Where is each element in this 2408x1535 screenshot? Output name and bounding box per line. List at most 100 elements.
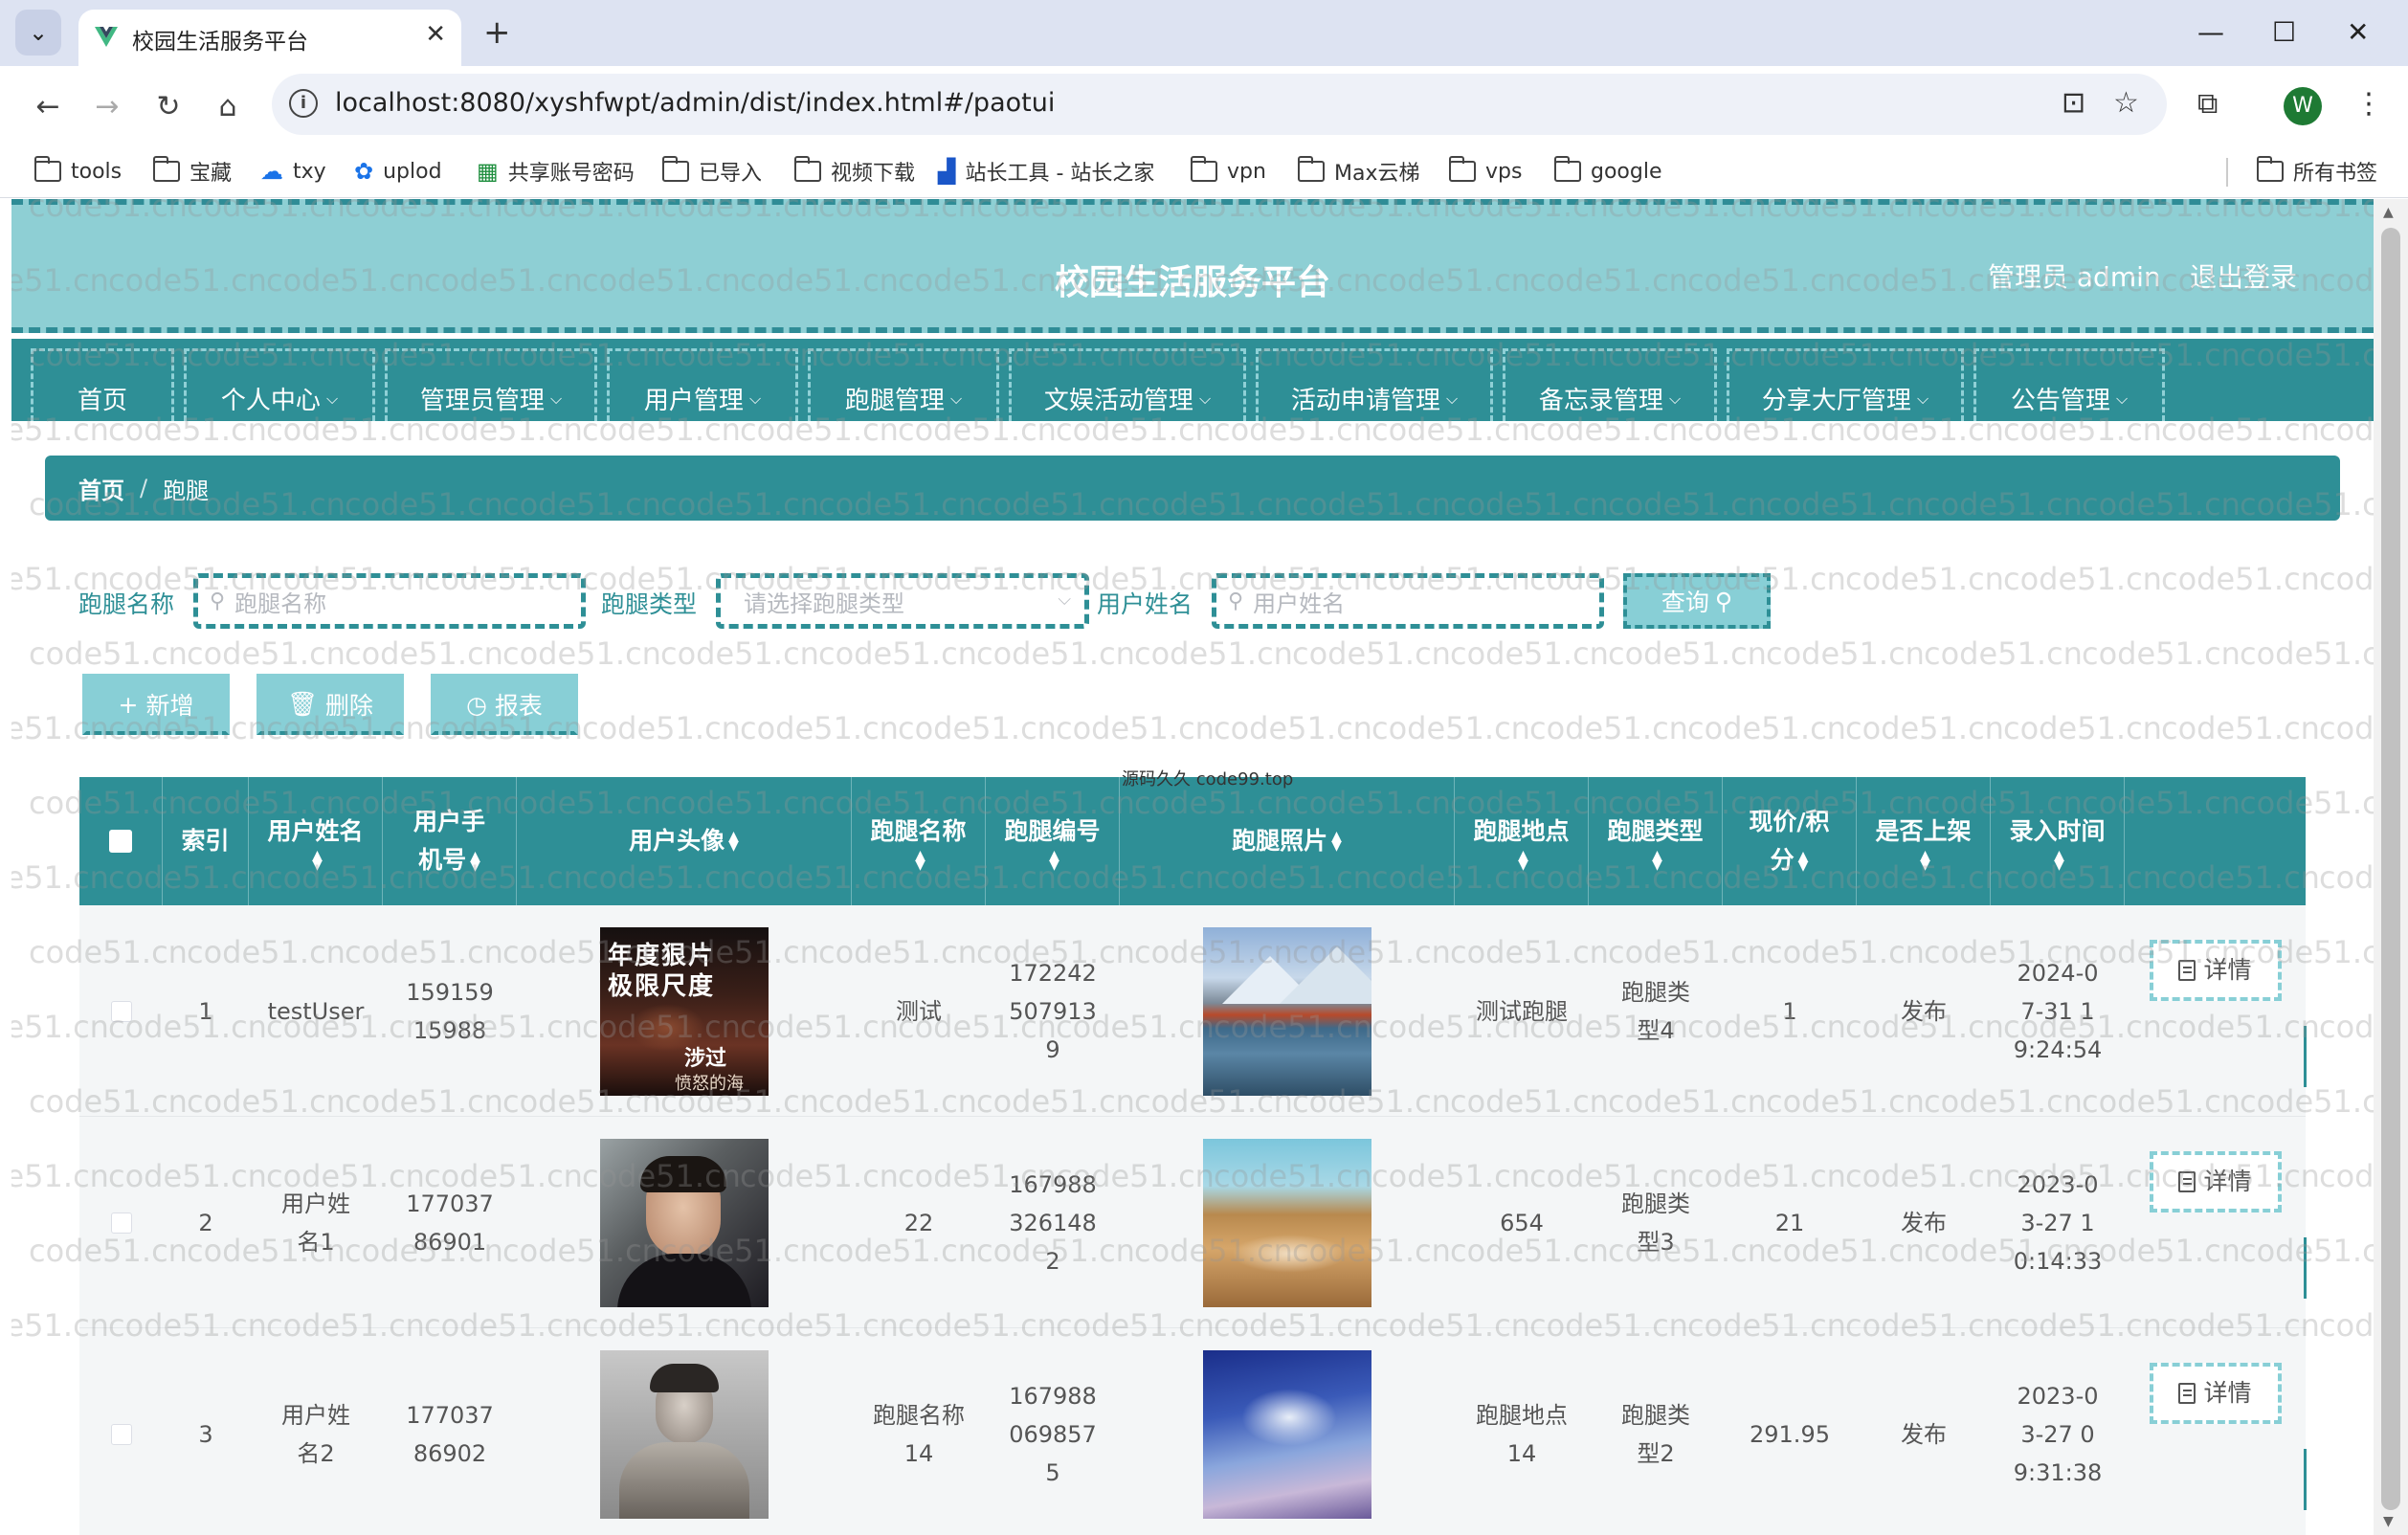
sort-icon[interactable]: ▲ ▼	[1652, 849, 1662, 872]
menu-kebab-icon[interactable]: ⋮	[2354, 85, 2383, 123]
sort-icon[interactable]: ▲ ▼	[312, 849, 323, 872]
all-bookmarks[interactable]: 所有书签	[2256, 156, 2377, 187]
header-price[interactable]: 现价/积分 ▲ ▼	[1723, 777, 1857, 905]
nav-errand-management[interactable]: 跑腿管理 ⌵	[808, 348, 999, 421]
screenshot-icon[interactable]: ⊡	[2062, 87, 2085, 120]
sort-icon[interactable]: ▲ ▼	[1518, 849, 1528, 872]
detail-button[interactable]: 详情	[2149, 940, 2282, 1001]
header-errand-name[interactable]: 跑腿名称 ▲ ▼	[852, 777, 986, 905]
logout-link[interactable]: 退出登录	[2190, 256, 2297, 295]
header-avatar[interactable]: 用户头像 ▲ ▼	[517, 777, 852, 905]
avatar-image[interactable]	[600, 1138, 769, 1307]
nav-personal-center[interactable]: 个人中心 ⌵	[184, 348, 375, 421]
avatar-image[interactable]	[600, 1349, 769, 1519]
profile-avatar[interactable]: W	[2284, 87, 2322, 125]
row-checkbox[interactable]	[110, 1212, 132, 1234]
maximize-icon[interactable]: ☐	[2272, 13, 2296, 52]
minimize-icon[interactable]: —	[2197, 13, 2224, 52]
bookmark-item[interactable]: ✿ uplod	[354, 156, 442, 187]
bookmark-star-icon[interactable]: ☆	[2113, 87, 2139, 120]
bookmark-item[interactable]: 宝藏	[152, 156, 232, 187]
table-header: 索引 用户姓名 ▲ ▼ 用户手机号 ▲ ▼ 用户头像 ▲ ▼ 跑腿名称 ▲ ▼ 跑腿编号 ▲ ▼ 跑…	[79, 777, 2306, 905]
chinaz-icon: ▟	[938, 158, 956, 185]
header-user-name[interactable]: 用户姓名 ▲ ▼	[249, 777, 383, 905]
site-header: 校园生活服务平台 管理员 admin 退出登录	[11, 199, 2374, 333]
scroll-up-icon[interactable]: ▲	[2383, 205, 2394, 220]
errand-photo-image[interactable]	[1203, 1138, 1371, 1307]
page-scrollbar[interactable]: ▲ ▼	[2374, 199, 2408, 1535]
folder-icon	[33, 156, 61, 182]
nav-activity-management[interactable]: 文娱活动管理 ⌵	[1009, 348, 1246, 421]
watermark-text: code51.cn	[1371, 710, 1530, 746]
sort-icon[interactable]: ▲ ▼	[1331, 830, 1342, 853]
bookmark-item[interactable]: tools	[33, 156, 122, 187]
nav-user-management[interactable]: 用户管理 ⌵	[607, 348, 798, 421]
header-type[interactable]: 跑腿类型 ▲ ▼	[1589, 777, 1723, 905]
sort-icon[interactable]: ▲ ▼	[728, 830, 739, 853]
bookmark-item[interactable]: vpn	[1190, 156, 1266, 187]
bookmark-item[interactable]: 已导入	[661, 156, 762, 187]
scrollbar-thumb[interactable]	[2381, 228, 2400, 1510]
errand-type-select[interactable]: 请选择跑腿类型 ⌵	[716, 573, 1089, 629]
price-cell: 21	[1774, 1209, 1805, 1236]
row-checkbox[interactable]	[110, 1423, 132, 1445]
bookmark-item[interactable]: vps	[1448, 156, 1522, 187]
errand-photo-image[interactable]	[1203, 926, 1371, 1096]
header-status[interactable]: 是否上架 ▲ ▼	[1857, 777, 1991, 905]
detail-button[interactable]: 详情	[2149, 1151, 2282, 1212]
query-button[interactable]: 查询 ⚲	[1623, 573, 1771, 629]
header-errand-photo[interactable]: 跑腿照片 ▲ ▼	[1120, 777, 1455, 905]
nav-home[interactable]: 首页	[31, 348, 174, 421]
nav-share-hall-management[interactable]: 分享大厅管理 ⌵	[1727, 348, 1964, 421]
site-info-icon[interactable]: i	[289, 89, 318, 118]
report-button[interactable]: ◷ 报表	[431, 674, 578, 735]
sort-icon[interactable]: ▲ ▼	[1920, 849, 1930, 872]
header-time[interactable]: 录入时间 ▲ ▼	[1991, 777, 2125, 905]
errand-photo-image[interactable]	[1203, 1349, 1371, 1519]
watermark-text: code51.cn	[29, 635, 188, 672]
nav-memo-management[interactable]: 备忘录管理 ⌵	[1503, 348, 1717, 421]
bookmark-item[interactable]: Max云梯	[1297, 156, 1419, 187]
detail-button[interactable]: 详情	[2149, 1363, 2282, 1424]
user-name-input[interactable]: ⚲ 用户姓名	[1212, 573, 1604, 629]
add-button[interactable]: + 新增	[82, 674, 230, 735]
back-icon[interactable]: ←	[27, 85, 69, 127]
bookmark-item[interactable]: ▦ 共享账号密码	[477, 156, 635, 187]
row-checkbox[interactable]	[110, 1000, 132, 1022]
scroll-down-icon[interactable]: ▼	[2383, 1514, 2394, 1529]
nav-admin-management[interactable]: 管理员管理 ⌵	[385, 348, 597, 421]
errand-name-input[interactable]: ⚲ 跑腿名称	[193, 573, 586, 629]
address-bar[interactable]: i localhost:8080/xyshfwpt/admin/dist/ind…	[272, 74, 2167, 135]
browser-tab[interactable]: 校园生活服务平台 ✕	[78, 10, 461, 66]
bookmark-item[interactable]: google	[1553, 156, 1662, 187]
nav-activity-apply-management[interactable]: 活动申请管理 ⌵	[1256, 348, 1493, 421]
avatar-image[interactable]: 年度狠片 极限尺度 涉过 愤怒的海	[600, 926, 769, 1096]
errand-code-cell: 1679880698575	[1009, 1382, 1097, 1486]
watermark-text: code51.cn	[1450, 635, 1609, 672]
sort-icon[interactable]: ▲ ▼	[1798, 850, 1809, 873]
extensions-icon[interactable]: ⧉	[2197, 85, 2218, 123]
sort-icon[interactable]: ▲ ▼	[915, 849, 925, 872]
delete-button[interactable]: 🗑 删除	[256, 674, 404, 735]
chevron-down-icon: ⌵	[1916, 389, 1929, 408]
header-phone[interactable]: 用户手机号 ▲ ▼	[383, 777, 517, 905]
home-icon[interactable]: ⌂	[207, 85, 249, 127]
tab-search-chevron-icon[interactable]: ⌄	[15, 10, 61, 56]
bookmark-item[interactable]: ▟ 站长工具 - 站长之家	[938, 156, 1154, 187]
tab-close-icon[interactable]: ✕	[425, 20, 446, 49]
sort-icon[interactable]: ▲ ▼	[2054, 849, 2064, 872]
select-all-checkbox[interactable]	[109, 830, 132, 853]
sort-icon[interactable]: ▲ ▼	[470, 850, 480, 873]
new-tab-icon[interactable]: +	[483, 13, 511, 52]
header-errand-code[interactable]: 跑腿编号 ▲ ▼	[986, 777, 1120, 905]
reload-icon[interactable]: ↻	[147, 85, 190, 127]
forward-icon[interactable]: →	[86, 85, 128, 127]
breadcrumb-home[interactable]: 首页	[78, 472, 124, 505]
bookmark-item[interactable]: 视频下载	[793, 156, 915, 187]
url-text[interactable]: localhost:8080/xyshfwpt/admin/dist/index…	[335, 88, 1055, 118]
header-place[interactable]: 跑腿地点 ▲ ▼	[1455, 777, 1589, 905]
sort-icon[interactable]: ▲ ▼	[1049, 849, 1059, 872]
window-close-icon[interactable]: ✕	[2347, 13, 2369, 52]
bookmark-item[interactable]: ☁ txy	[260, 156, 326, 187]
nav-notice-management[interactable]: 公告管理 ⌵	[1973, 348, 2165, 421]
